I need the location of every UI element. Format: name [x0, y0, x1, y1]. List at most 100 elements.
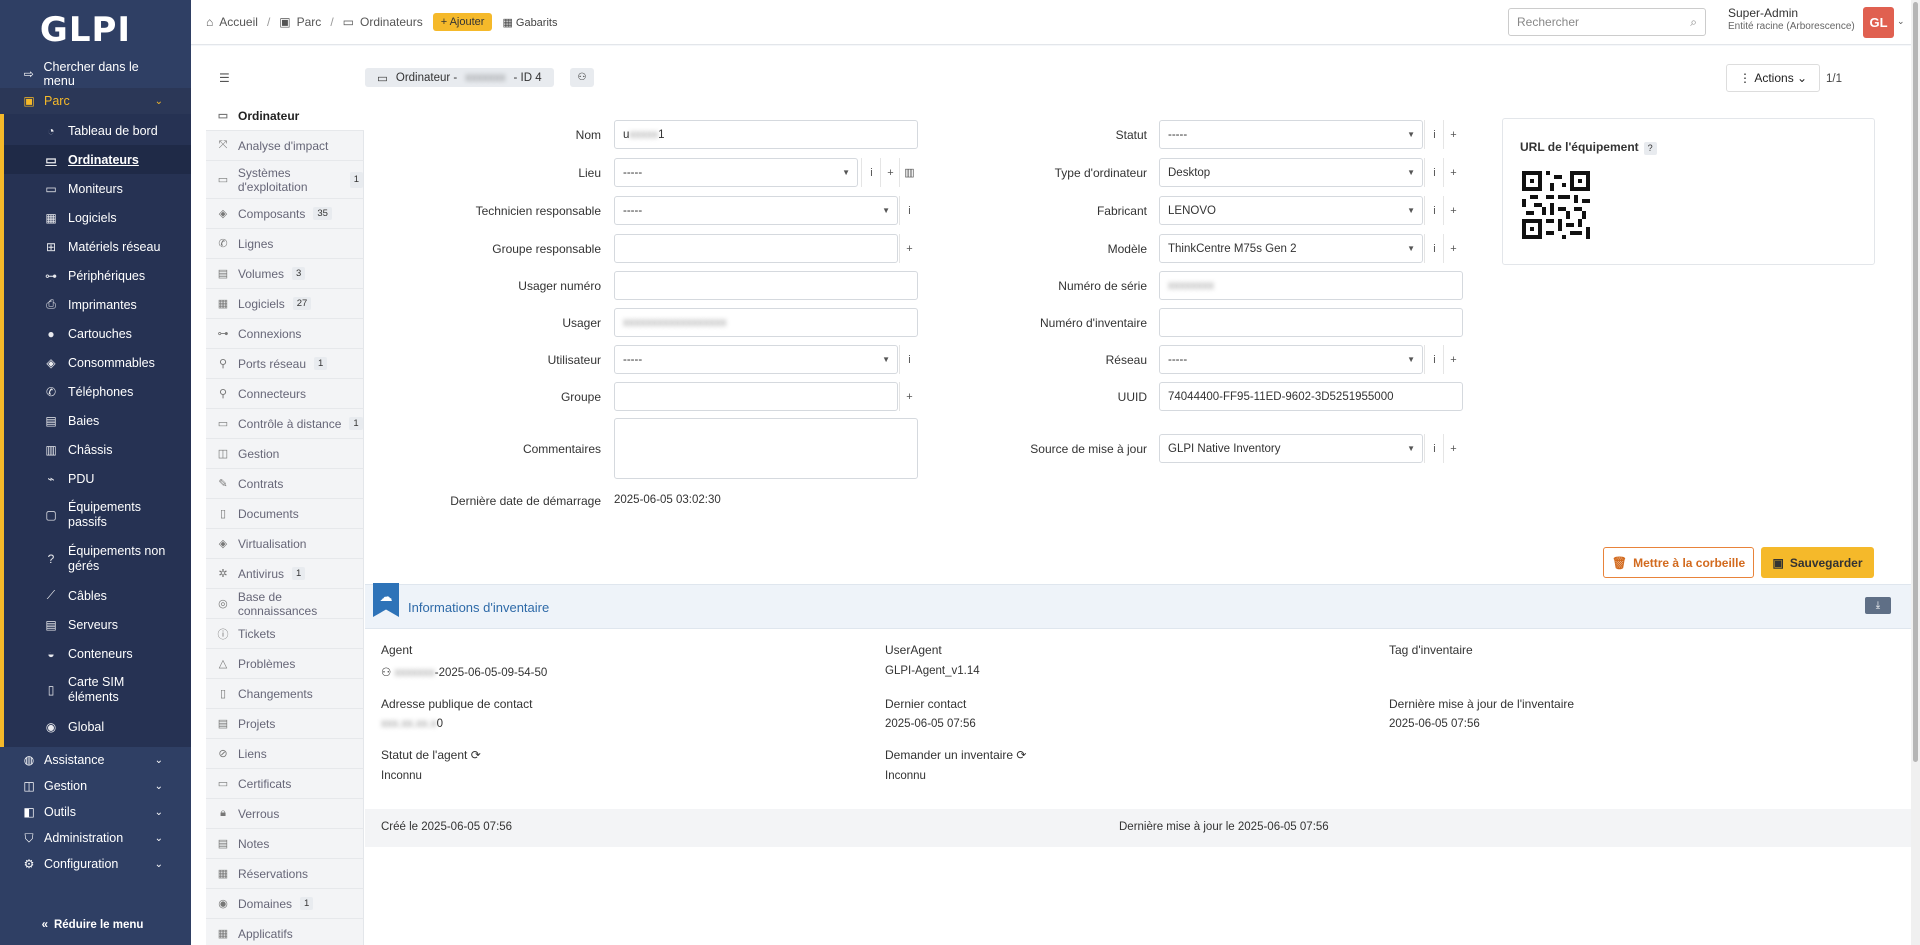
uuid-field[interactable]: 74044400-FF95-11ED-9602-3D5251955000: [1159, 382, 1463, 411]
status-select[interactable]: ----- ▼: [1159, 120, 1423, 149]
autoupdate-source-select[interactable]: GLPI Native Inventory ▼: [1159, 434, 1423, 463]
save-button[interactable]: ▣ Sauvegarder: [1761, 547, 1874, 578]
tab-lignes[interactable]: ✆ Lignes: [206, 229, 364, 259]
location-select[interactable]: ----- ▼: [614, 158, 858, 187]
info-icon[interactable]: i: [1424, 158, 1444, 187]
scrollbar-thumb[interactable]: [1913, 2, 1918, 762]
sidebar-item-ordinateurs[interactable]: ▭ Ordinateurs: [0, 145, 191, 174]
user-select[interactable]: ----- ▼: [614, 345, 898, 374]
refresh-icon[interactable]: ⟳: [467, 748, 481, 762]
sidebar-item-cables[interactable]: ⟋ Câbles: [0, 581, 191, 610]
tab-tickets[interactable]: ⓘ Tickets: [206, 619, 364, 649]
plus-icon[interactable]: +: [1443, 120, 1463, 149]
nav-section-administration[interactable]: ⛉ Administration ⌄: [0, 825, 191, 851]
info-icon[interactable]: i: [1424, 434, 1444, 463]
agent-icon[interactable]: ⚇: [570, 68, 594, 87]
sidebar-item-pdu[interactable]: ⌁ PDU: [0, 464, 191, 493]
contact-field[interactable]: xxxxxxxxxxxxxxxxxx: [614, 308, 918, 337]
sidebar-item-imprimantes[interactable]: ⎙ Imprimantes: [0, 290, 191, 319]
sidebar-item-peripheriques[interactable]: ⊶ Périphériques: [0, 261, 191, 290]
tab-problemes[interactable]: △ Problèmes: [206, 649, 364, 679]
sidebar-item-telephones[interactable]: ✆ Téléphones: [0, 377, 191, 406]
info-icon[interactable]: i: [861, 158, 881, 187]
sidebar-item-carte-sim[interactable]: ▯ Carte SIM éléments: [0, 668, 191, 712]
sidebar-item-chassis[interactable]: ▥ Châssis: [0, 435, 191, 464]
tab-liens[interactable]: ⊘ Liens: [206, 739, 364, 769]
info-icon[interactable]: i: [1424, 120, 1444, 149]
contact-number-field[interactable]: [614, 271, 918, 300]
tab-systemes-exploitation[interactable]: ▭ Systèmes d'exploitation 1: [206, 161, 364, 199]
info-icon[interactable]: i: [899, 196, 919, 225]
sidebar-item-moniteurs[interactable]: ▭ Moniteurs: [0, 174, 191, 203]
toggle-tabs-icon[interactable]: ☰: [219, 71, 230, 85]
sidebar-item-baies[interactable]: ▤ Baies: [0, 406, 191, 435]
tab-applicatifs[interactable]: ▦ Applicatifs: [206, 919, 364, 945]
tab-volumes[interactable]: ▤ Volumes 3: [206, 259, 364, 289]
nav-section-assistance[interactable]: ◍ Assistance ⌄: [0, 747, 191, 773]
collapse-menu-button[interactable]: «Réduire le menu: [0, 919, 191, 931]
sidebar-item-tableau-de-bord[interactable]: ◔ Tableau de bord: [0, 116, 191, 145]
plus-icon[interactable]: +: [899, 382, 919, 411]
technician-select[interactable]: ----- ▼: [614, 196, 898, 225]
trash-button[interactable]: 🗑︎ Mettre à la corbeille: [1603, 547, 1754, 578]
info-icon[interactable]: i: [899, 345, 919, 374]
tab-notes[interactable]: ▤ Notes: [206, 829, 364, 859]
tab-connexions[interactable]: ⊶ Connexions: [206, 319, 364, 349]
sidebar-item-materiels-reseau[interactable]: ⊞ Matériels réseau: [0, 232, 191, 261]
group-field[interactable]: [614, 382, 898, 411]
tab-base-connaissances[interactable]: ◎ Base de connaissances: [206, 589, 364, 619]
plus-icon[interactable]: +: [1443, 158, 1463, 187]
nav-section-outils[interactable]: ◧ Outils ⌄: [0, 799, 191, 825]
sidebar-item-equipements-non-geres[interactable]: ? Équipements non gérés: [0, 537, 191, 581]
plus-icon[interactable]: +: [1443, 434, 1463, 463]
info-icon[interactable]: i: [1424, 234, 1444, 263]
name-field[interactable]: u xxxxx 1: [614, 120, 918, 149]
plus-icon[interactable]: +: [1443, 345, 1463, 374]
tab-changements[interactable]: ▯ Changements: [206, 679, 364, 709]
global-search-input[interactable]: Rechercher ⌕: [1508, 8, 1706, 36]
tab-domaines[interactable]: ◉ Domaines 1: [206, 889, 364, 919]
plus-icon[interactable]: +: [1443, 196, 1463, 225]
glpi-logo[interactable]: GLPI: [0, 0, 191, 60]
menu-search[interactable]: ⇨ Chercher dans le menu: [0, 60, 191, 88]
nav-section-configuration[interactable]: ⚙ Configuration ⌄: [0, 851, 191, 877]
map-icon[interactable]: ▥: [899, 158, 919, 187]
tab-antivirus[interactable]: ✲ Antivirus 1: [206, 559, 364, 589]
tab-ordinateur[interactable]: ▭ Ordinateur: [206, 101, 364, 131]
tab-analyse-impact[interactable]: ⤧ Analyse d'impact: [206, 131, 364, 161]
breadcrumb-accueil[interactable]: Accueil: [219, 15, 258, 29]
sidebar-item-conteneurs[interactable]: ◒ Conteneurs: [0, 639, 191, 668]
tab-certificats[interactable]: ▭ Certificats: [206, 769, 364, 799]
serial-field[interactable]: xxxxxxxx: [1159, 271, 1463, 300]
type-select[interactable]: Desktop ▼: [1159, 158, 1423, 187]
page-scrollbar[interactable]: [1911, 0, 1920, 945]
download-icon[interactable]: ⤓: [1865, 597, 1891, 614]
tech-group-field[interactable]: [614, 234, 898, 263]
sidebar-item-global[interactable]: ◉ Global: [0, 712, 191, 741]
tab-contrats[interactable]: ✎ Contrats: [206, 469, 364, 499]
sidebar-item-equipements-passifs[interactable]: ▢ Équipements passifs: [0, 493, 191, 537]
tab-gestion[interactable]: ◫ Gestion: [206, 439, 364, 469]
plus-icon[interactable]: +: [1443, 234, 1463, 263]
breadcrumb-ordinateurs[interactable]: Ordinateurs: [360, 15, 423, 29]
tab-ports-reseau[interactable]: ⚲ Ports réseau 1: [206, 349, 364, 379]
info-icon[interactable]: i: [1424, 345, 1444, 374]
plus-icon[interactable]: +: [880, 158, 900, 187]
inventory-number-field[interactable]: [1159, 308, 1463, 337]
nav-section-gestion[interactable]: ◫ Gestion ⌄: [0, 773, 191, 799]
user-menu[interactable]: Super-Admin Entité racine (Arborescence): [1728, 6, 1855, 34]
avatar[interactable]: GL: [1863, 7, 1894, 38]
sidebar-item-logiciels[interactable]: ▦ Logiciels: [0, 203, 191, 232]
tab-connecteurs[interactable]: ⚲ Connecteurs: [206, 379, 364, 409]
sidebar-item-serveurs[interactable]: ▤ Serveurs: [0, 610, 191, 639]
agent-value[interactable]: ⚇ xxxxxxx-2025-06-05-09-54-50: [381, 665, 547, 679]
actions-button[interactable]: ⋮ Actions ⌄: [1726, 64, 1821, 92]
tab-verrous[interactable]: 🔒︎ Verrous: [206, 799, 364, 829]
help-icon[interactable]: ?: [1643, 142, 1657, 155]
tab-reservations[interactable]: ▦ Réservations: [206, 859, 364, 889]
nav-section-parc[interactable]: ▣ Parc ⌄: [0, 88, 191, 114]
add-button[interactable]: + Ajouter: [432, 13, 493, 31]
tab-projets[interactable]: ▤ Projets: [206, 709, 364, 739]
sidebar-item-cartouches[interactable]: ● Cartouches: [0, 319, 191, 348]
tab-composants[interactable]: ◈ Composants 35: [206, 199, 364, 229]
